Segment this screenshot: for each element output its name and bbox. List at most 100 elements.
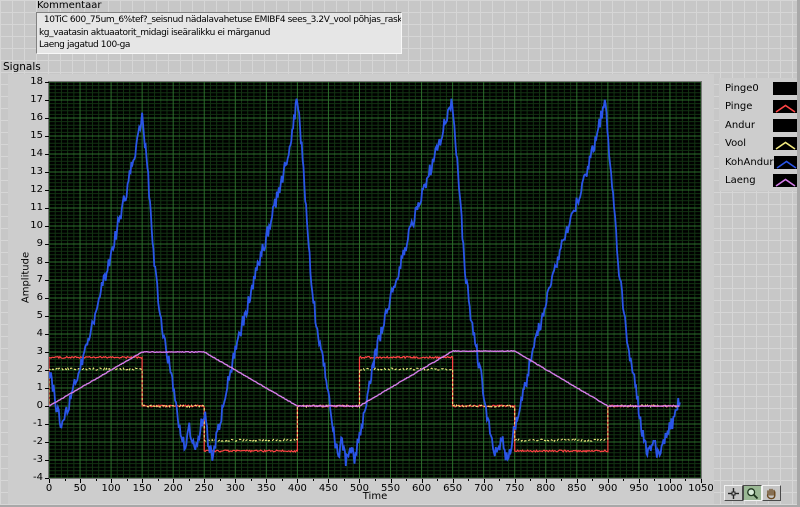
y-tick-label: -3 [33, 454, 43, 465]
y-tick-label: -1 [33, 418, 43, 429]
x-minor-tick-mark [468, 479, 470, 481]
plot-canvas [48, 81, 702, 479]
x-minor-tick-mark [157, 479, 159, 481]
hand-icon [766, 488, 776, 499]
x-minor-tick-mark [654, 479, 656, 481]
legend-item-Vool[interactable]: Vool [719, 135, 799, 154]
x-minor-tick-mark [592, 479, 594, 481]
legend-item-Pinge0[interactable]: Pinge0 [719, 79, 799, 98]
chart-title: Signals [3, 61, 41, 73]
y-tick-label: 3 [36, 346, 43, 357]
x-minor-tick-mark [623, 479, 625, 481]
y-tick-label: -2 [33, 436, 43, 447]
comment-line: 10TiC 600_75um_6%tef?_seisnud nädalavahe… [39, 15, 402, 25]
y-tick-mark [45, 99, 49, 101]
x-minor-tick-mark [375, 479, 376, 481]
y-tick-mark [45, 333, 49, 335]
legend-line-sample[interactable] [773, 100, 798, 114]
legend-item-Laeng[interactable]: Laeng [719, 172, 799, 191]
y-tick-label: 18 [30, 76, 43, 87]
pan-tool-button[interactable] [762, 485, 781, 501]
plot-legend[interactable]: Pinge0 Pinge Andur Vool KohAndur Laeng [719, 78, 799, 191]
series-Pinge [48, 355, 680, 453]
y-tick-label: 5 [36, 310, 43, 321]
crosshair-tool-button[interactable] [724, 485, 743, 501]
legend-line-sample[interactable] [773, 174, 798, 188]
y-tick-label: 2 [36, 364, 43, 375]
y-tick-mark [45, 423, 49, 425]
x-minor-tick-mark [406, 479, 408, 481]
y-tick-mark [45, 225, 49, 227]
y-tick-label: 12 [30, 184, 43, 195]
zoom-tool-button[interactable] [743, 485, 762, 501]
grid-lines [48, 81, 702, 479]
y-tick-label: 1 [36, 382, 43, 393]
x-minor-tick-mark [561, 479, 563, 481]
x-minor-tick-mark [530, 479, 532, 481]
y-tick-mark [45, 135, 49, 137]
x-minor-tick-mark [95, 479, 97, 481]
y-tick-label: -4 [33, 472, 43, 483]
legend-line-sample[interactable] [773, 155, 799, 169]
legend-item-Pinge[interactable]: Pinge [719, 98, 799, 117]
y-tick-label: 11 [30, 202, 43, 213]
y-tick-label: 10 [30, 220, 43, 231]
legend-item-label: Laeng [725, 175, 756, 187]
y-tick-label: 17 [30, 94, 43, 105]
x-minor-tick-mark [250, 479, 252, 481]
x-minor-tick-mark [312, 479, 314, 481]
crosshair-icon [728, 487, 739, 499]
y-tick-mark [45, 297, 49, 299]
y-tick-label: 9 [36, 238, 43, 249]
legend-item-KohAndur[interactable]: KohAndur [719, 153, 799, 172]
y-tick-mark [45, 351, 49, 353]
comment-label: Kommentaar [37, 0, 102, 11]
y-tick-label: 7 [36, 274, 43, 285]
legend-item-label: Pinge [725, 101, 753, 113]
y-tick-label: 4 [36, 328, 43, 339]
x-minor-tick-mark [499, 479, 501, 481]
legend-item-label: Vool [725, 138, 747, 150]
legend-line-sample[interactable] [773, 81, 798, 95]
comment-textbox[interactable]: 10TiC 600_75um_6%tef?_seisnud nädalavahe… [36, 12, 402, 54]
y-tick-mark [45, 243, 49, 245]
y-tick-label: 13 [30, 166, 43, 177]
y-tick-mark [45, 459, 49, 461]
y-tick-mark [45, 153, 49, 155]
y-tick-label: 16 [30, 112, 43, 123]
y-tick-label: 6 [36, 292, 43, 303]
x-minor-tick-mark [188, 479, 190, 481]
x-minor-tick-mark [343, 479, 345, 481]
plot-area[interactable] [48, 81, 702, 479]
y-tick-mark [45, 405, 49, 407]
y-tick-mark [45, 81, 49, 83]
graph-palette [724, 485, 781, 501]
y-tick-mark [45, 189, 49, 191]
x-minor-tick-mark [437, 479, 439, 481]
y-tick-mark [45, 369, 49, 371]
x-minor-tick-mark [281, 479, 283, 481]
x-minor-tick-mark [64, 479, 66, 481]
legend-line-sample[interactable] [773, 118, 798, 132]
magnifier-icon [747, 487, 759, 499]
y-tick-mark [45, 171, 49, 173]
legend-line-sample[interactable] [773, 137, 798, 151]
legend-item-label: KohAndur [725, 156, 774, 168]
y-tick-mark [45, 387, 49, 389]
x-minor-tick-mark [126, 479, 128, 481]
y-tick-label: 8 [36, 256, 43, 267]
y-tick-mark [45, 207, 49, 209]
x-minor-tick-mark [685, 479, 687, 481]
y-tick-label: 15 [30, 130, 43, 141]
y-tick-mark [45, 315, 49, 317]
y-tick-label: 0 [36, 400, 43, 411]
y-tick-label: 14 [30, 148, 43, 159]
legend-item-Andur[interactable]: Andur [719, 116, 799, 135]
comment-line: kg_vaatasin aktuaatorit_midagi iseäralik… [39, 27, 271, 38]
y-tick-mark [45, 117, 49, 119]
y-tick-mark [45, 279, 49, 281]
legend-item-label: Pinge0 [725, 82, 759, 94]
y-tick-mark [45, 441, 49, 443]
x-tick-label: 1050 [688, 483, 714, 494]
comment-line: Laeng jagatud 100-ga [39, 40, 131, 50]
